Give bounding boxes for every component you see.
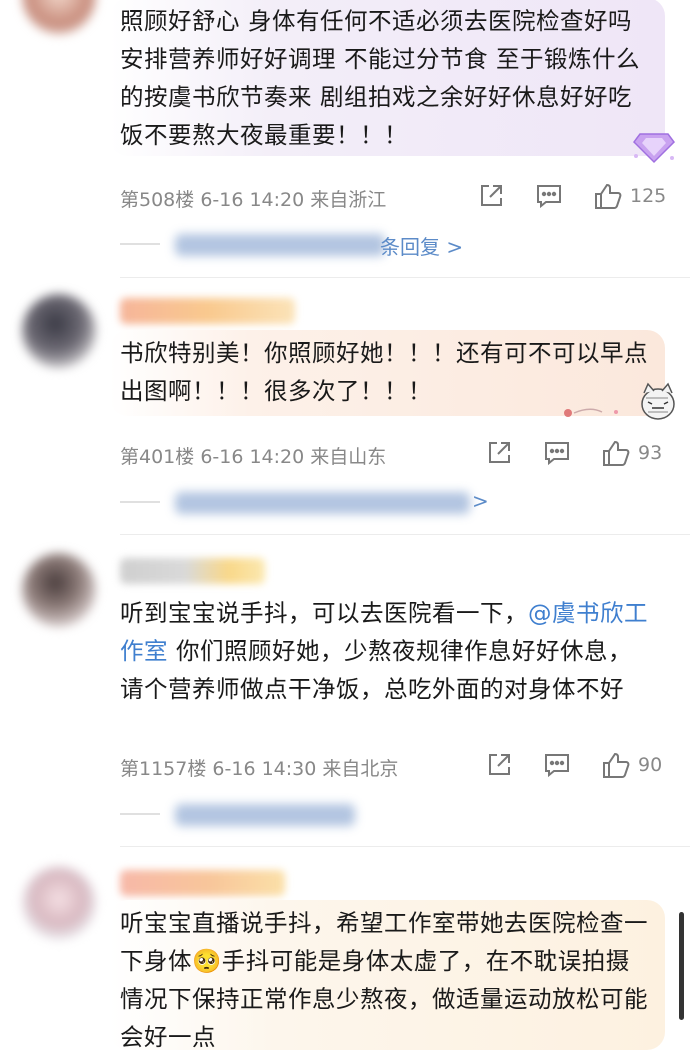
reply-preview[interactable]: 条回复 > <box>120 230 640 260</box>
reply-preview[interactable]: > <box>120 488 640 518</box>
divider <box>120 846 690 847</box>
like-button[interactable]: 125 <box>594 181 666 211</box>
username[interactable] <box>120 558 265 584</box>
comment-bubble: 照顾好舒心 身体有任何不适必须去医院检查好吗 安排营养师好好调理 不能过分节食 … <box>110 0 665 156</box>
reply-count-link[interactable]: 条回复 > <box>380 231 463 260</box>
avatar[interactable] <box>22 553 96 627</box>
thumbs-up-icon <box>603 752 630 778</box>
avatar[interactable] <box>22 294 96 368</box>
share-button[interactable] <box>486 438 512 468</box>
comment-text: 听到宝宝说手抖，可以去医院看一下，@虞书欣工作室 你们照顾好她，少熬夜规律作息好… <box>120 599 648 703</box>
share-icon <box>481 185 502 206</box>
username[interactable] <box>120 298 295 324</box>
like-count: 90 <box>638 754 663 776</box>
divider <box>120 534 690 535</box>
comment-text: 听宝宝直播说手抖，希望工作室带她去医院检查一下身体🥺手抖可能是身体太虚了，在不耽… <box>120 909 648 1051</box>
scrollbar[interactable] <box>679 912 684 1020</box>
avatar[interactable] <box>22 866 96 940</box>
post-location: 来自北京 <box>322 758 399 780</box>
comment-bubble: 听到宝宝说手抖，可以去医院看一下，@虞书欣工作室 你们照顾好她，少熬夜规律作息好… <box>110 590 665 740</box>
share-button[interactable] <box>478 181 504 211</box>
like-count: 93 <box>638 442 663 464</box>
cat-sticker-icon <box>560 380 678 428</box>
thumbs-up-icon <box>595 183 622 209</box>
username[interactable] <box>120 870 285 896</box>
thumbs-up-icon <box>603 440 630 466</box>
comment-icon <box>545 442 569 466</box>
diamond-badge-icon <box>632 130 676 168</box>
post-location: 来自浙江 <box>310 189 387 211</box>
post-location: 来自山东 <box>310 446 387 468</box>
comment-meta: 第401楼 6-16 14:20 来自山东 93 <box>120 438 680 470</box>
floor-number: 第508楼 <box>120 189 195 211</box>
comment-button[interactable] <box>544 750 570 780</box>
post-time: 6-16 14:20 <box>200 446 305 468</box>
divider <box>120 277 690 278</box>
reply-count-link[interactable]: > <box>472 489 489 513</box>
share-icon <box>489 442 510 463</box>
comment-meta: 第1157楼 6-16 14:30 来自北京 90 <box>120 750 680 782</box>
comment-icon <box>545 754 569 778</box>
reply-preview[interactable] <box>120 800 640 830</box>
comment-icon <box>537 185 561 209</box>
like-button[interactable]: 93 <box>602 438 662 468</box>
share-button[interactable] <box>486 750 512 780</box>
comment-meta: 第508楼 6-16 14:20 来自浙江 125 <box>120 181 680 213</box>
like-button[interactable]: 90 <box>602 750 662 780</box>
post-time: 6-16 14:30 <box>212 758 317 780</box>
comment-button[interactable] <box>536 181 562 211</box>
avatar[interactable] <box>22 0 96 34</box>
floor-number: 第401楼 <box>120 446 195 468</box>
comment-bubble: 听宝宝直播说手抖，希望工作室带她去医院检查一下身体🥺手抖可能是身体太虚了，在不耽… <box>110 900 665 1051</box>
comment-text: 照顾好舒心 身体有任何不适必须去医院检查好吗 安排营养师好好调理 不能过分节食 … <box>120 7 640 149</box>
comment-button[interactable] <box>544 438 570 468</box>
like-count: 125 <box>630 185 667 207</box>
floor-number: 第1157楼 <box>120 758 207 780</box>
post-time: 6-16 14:20 <box>200 189 305 211</box>
share-icon <box>489 754 510 775</box>
